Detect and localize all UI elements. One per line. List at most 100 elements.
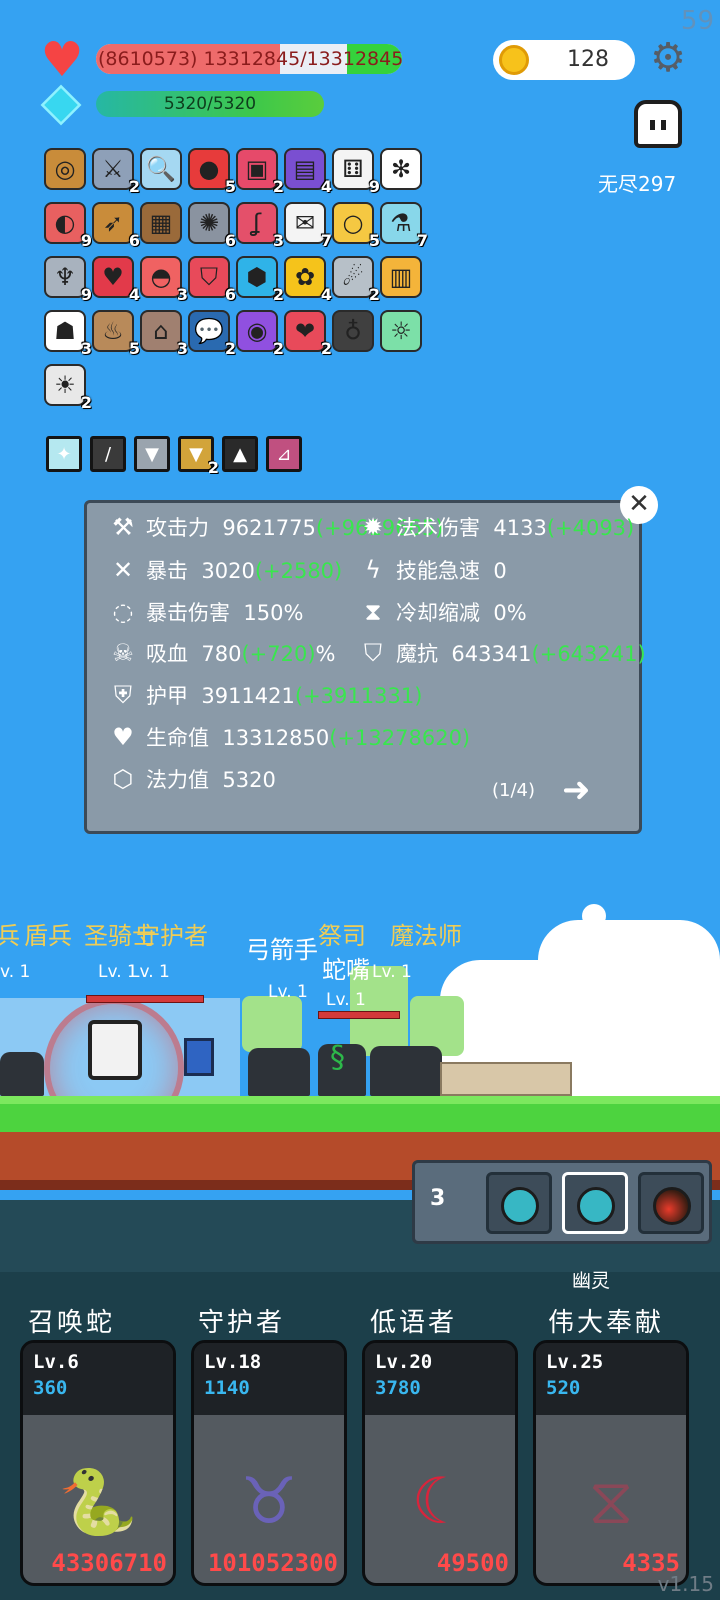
stat-magic: ✹ 法术伤害 4133(+4093): [356, 512, 634, 542]
gear-icon[interactable]: ⚙: [648, 38, 688, 78]
ring-icon: ○: [332, 202, 374, 244]
inventory-item[interactable]: 🔍: [138, 146, 184, 192]
skill-card[interactable]: Lv.6 360 🐍 43306710: [20, 1340, 176, 1586]
axe-icon: ♆: [44, 256, 86, 298]
inventory-item[interactable]: ❤ 2: [282, 308, 332, 358]
arrow-right-icon[interactable]: ➜: [562, 772, 591, 808]
skill-level: Lv.18: [204, 1351, 262, 1373]
viking-skull-icon: ☠: [112, 639, 134, 667]
inventory-item[interactable]: ⚗ 7: [378, 200, 428, 250]
inventory-item[interactable]: ⚅ 9: [330, 146, 380, 196]
inventory-item[interactable]: ◓ 3: [138, 254, 188, 304]
stat-crit: ✕ 暴击 3020(+2580): [106, 555, 342, 585]
armor-gold-icon[interactable]: ▼ 2: [178, 436, 219, 477]
skill-damage: 101052300: [207, 1549, 338, 1577]
unit-name-label: 弓箭手: [246, 936, 318, 964]
inventory-item[interactable]: ◎: [42, 146, 88, 192]
hourglass-icon: ⧗: [364, 598, 382, 626]
skill-level: Lv.6: [33, 1351, 79, 1373]
inventory-item[interactable]: ⌂ 3: [138, 308, 188, 358]
tombstone-icon: ⌂: [140, 310, 182, 352]
badge-shield-icon: ⛉: [188, 256, 230, 298]
unit-name-label: 盾兵: [24, 922, 72, 950]
hearts-icon: ❤: [284, 310, 326, 352]
inventory-item[interactable]: ➶ 6: [90, 200, 140, 250]
potion-flask-icon: [501, 1187, 539, 1225]
skill-card[interactable]: Lv.25 520 ⧖ 4335: [533, 1340, 689, 1586]
inventory-item[interactable]: ▤ 4: [282, 146, 332, 196]
inventory-item[interactable]: ☼: [378, 308, 424, 354]
strawberry-icon: ♥: [92, 256, 134, 298]
equipment-count: 2: [207, 458, 219, 477]
inventory-item[interactable]: ⬢ 2: [234, 254, 284, 304]
inventory-item[interactable]: ▥: [378, 254, 424, 300]
inventory-item[interactable]: ✻: [378, 146, 424, 192]
dark-helmet-icon[interactable]: ▲: [222, 436, 258, 472]
inventory-item[interactable]: ▦: [138, 200, 184, 246]
magnifier-icon: 🔍: [140, 148, 182, 190]
coin-counter: 128: [493, 40, 635, 80]
item-count: 7: [416, 231, 428, 250]
enemy-rock: [248, 1048, 310, 1096]
selected-potion-label: 幽灵: [572, 1270, 611, 1292]
shield-soldier: [184, 1038, 214, 1076]
grass: [0, 1096, 720, 1132]
inventory-item[interactable]: ✿ 4: [282, 254, 332, 304]
watermelon-icon: ◓: [140, 256, 182, 298]
boots-icon[interactable]: ⊿: [266, 436, 302, 472]
potion-slot-2[interactable]: [562, 1172, 628, 1234]
inventory-item[interactable]: ✉ 7: [282, 200, 332, 250]
unit-name-label: 祭司: [318, 922, 366, 950]
inventory-item[interactable]: ♥ 4: [90, 254, 140, 304]
inventory-item[interactable]: ◐ 9: [42, 200, 92, 250]
dagger-icon[interactable]: /: [90, 436, 126, 472]
inventory-item[interactable]: ● 5: [186, 146, 236, 196]
inventory-item[interactable]: ⚔ 2: [90, 146, 140, 196]
inventory-item[interactable]: ☀ 2: [42, 362, 92, 412]
skill-card[interactable]: Lv.18 1140 ♉ 101052300: [191, 1340, 347, 1586]
inventory-item[interactable]: ♨ 5: [90, 308, 140, 358]
unit-name-label: 兵: [0, 922, 20, 950]
hp-bar: (8610573) 13312845/13312845: [96, 44, 402, 74]
sparkle-gem-icon[interactable]: ✦: [46, 436, 82, 472]
mp-text: 5320/5320: [163, 94, 257, 114]
crossed-swords-icon: ✕: [112, 556, 134, 584]
armor-icon[interactable]: ▼: [134, 436, 170, 472]
fps-counter: 59: [680, 6, 714, 36]
inventory-item[interactable]: 💬 2: [186, 308, 236, 358]
inventory-item[interactable]: ♁: [330, 308, 376, 354]
inventory-item[interactable]: ☄ 2: [330, 254, 380, 304]
potion-flask-icon: ⚗: [380, 202, 422, 244]
fire-potion-icon: [653, 1187, 691, 1225]
inventory-item[interactable]: ♆ 9: [42, 254, 92, 304]
potion-slot-1[interactable]: [486, 1172, 552, 1234]
inventory-item[interactable]: ☗ 3: [42, 308, 92, 358]
crystal-ball-icon: ◉: [236, 310, 278, 352]
stat-cdr: ⧗ 冷却缩减 0%: [356, 597, 527, 627]
inventory-item[interactable]: ʆ3: [234, 200, 284, 250]
skill-title: 伟大奉献: [548, 1308, 665, 1338]
stat-mana: ⬡ 法力值 5320: [106, 764, 276, 794]
unit-name-label: 守护者: [136, 922, 208, 950]
inventory-item[interactable]: ▣ 2: [234, 146, 284, 196]
ghost-button[interactable]: [634, 100, 682, 148]
unit-hp-bar: [86, 995, 204, 1003]
inventory-item[interactable]: ◉ 2: [234, 308, 284, 358]
shield-icon: ◎: [44, 148, 86, 190]
pill-icon: ◐: [44, 202, 86, 244]
potion-slot-3[interactable]: [638, 1172, 704, 1234]
skill-mana-cost: 3780: [375, 1377, 421, 1399]
skill-title: 守护者: [198, 1308, 286, 1338]
inventory-item[interactable]: ⛉ 6: [186, 254, 236, 304]
stat-lifesteal: ☠ 吸血 780(+720)%: [106, 638, 335, 668]
ghost-icon: ☗: [44, 310, 86, 352]
skill-level: Lv.20: [375, 1351, 433, 1373]
envelope-icon: ✉: [284, 202, 326, 244]
inventory-item[interactable]: ✺ 6: [186, 200, 236, 250]
snake-icon: §: [330, 1040, 345, 1075]
target-ring-icon: ◌: [112, 598, 134, 626]
inventory-item[interactable]: ○ 5: [330, 200, 380, 250]
unit-level-label: Lv. 1: [326, 990, 366, 1010]
tree: [242, 996, 302, 1052]
skill-card[interactable]: Lv.20 3780 ☾ 49500: [362, 1340, 518, 1586]
